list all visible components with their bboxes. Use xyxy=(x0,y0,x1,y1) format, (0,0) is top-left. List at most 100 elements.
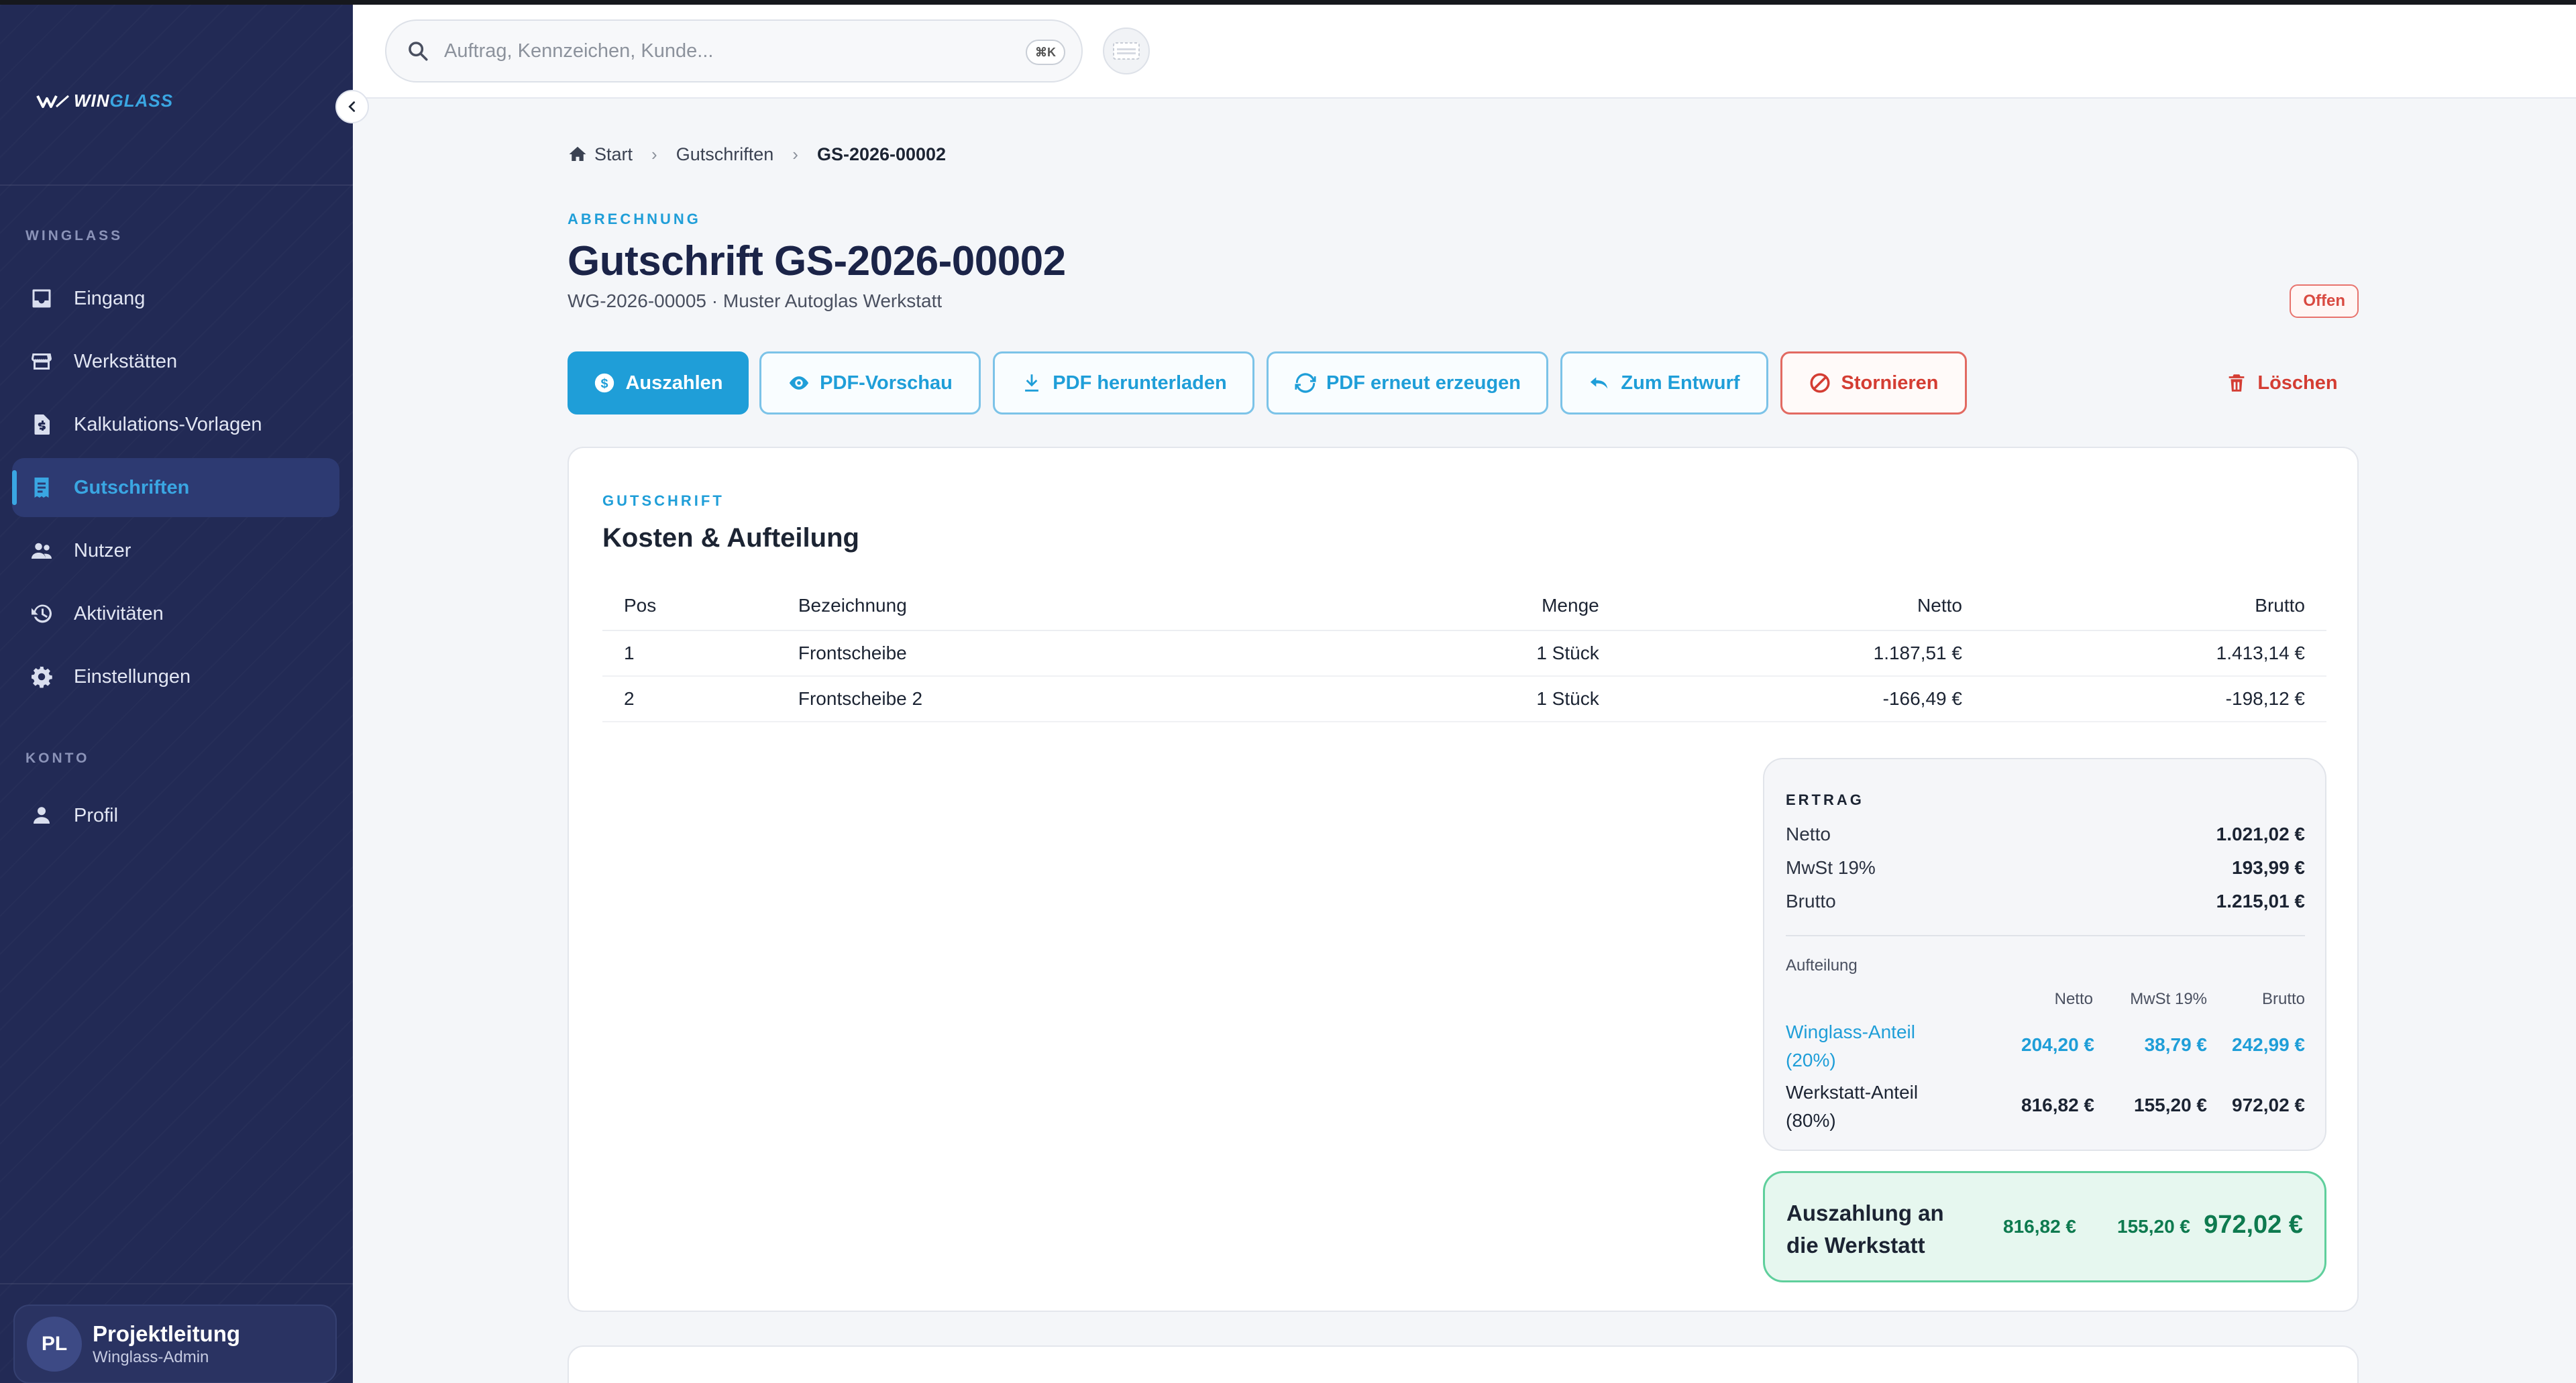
svg-text:$: $ xyxy=(601,376,608,391)
table-row: 1 Frontscheibe 1 Stück 1.187,51 € 1.413,… xyxy=(602,630,2326,677)
logo-mark-icon xyxy=(36,95,69,108)
delete-button[interactable]: Löschen xyxy=(2204,351,2359,414)
divider xyxy=(0,1283,353,1284)
sidebar-item-label: Gutschriften xyxy=(74,476,190,498)
divider xyxy=(1786,935,2305,936)
account-menu-button[interactable] xyxy=(1103,27,1150,74)
sidebar-item-nutzer[interactable]: Nutzer xyxy=(12,521,339,580)
sidebar-item-label: Kalkulations-Vorlagen xyxy=(74,413,262,435)
page-subtitle: WG-2026-00005 · Muster Autoglas Werkstat… xyxy=(568,290,943,311)
sidebar-item-label: Werkstätten xyxy=(74,350,178,372)
cell-gross: 1.413,14 € xyxy=(1962,630,2326,677)
column-header-bezeichnung: Bezeichnung xyxy=(798,581,1248,631)
sidebar-item-eingang[interactable]: Eingang xyxy=(12,269,339,328)
download-icon xyxy=(1025,374,1039,392)
chevron-left-icon xyxy=(348,101,356,112)
revenue-summary: ERTRAG Netto 1.021,02 € MwSt 19% 193,99 € … xyxy=(1763,758,2326,1151)
brand-logo[interactable]: WINGLASS xyxy=(36,91,173,111)
action-bar: $ Auszahlen PDF-Vorschau PDF herunterlad… xyxy=(568,351,2359,414)
flag-icon xyxy=(1113,42,1140,60)
search-box[interactable]: ⌘K xyxy=(385,19,1083,82)
search-icon xyxy=(409,42,428,61)
summary-row-brutto: Brutto 1.215,01 € xyxy=(1786,891,2305,911)
cell-name: Frontscheibe xyxy=(798,630,1248,677)
sidebar-section-konto: KONTO xyxy=(25,751,90,766)
payout-vat: 155,20 € xyxy=(2117,1216,2190,1237)
credit-card: GUTSCHRIFT Kosten & Aufteilung Pos Bezei… xyxy=(568,447,2359,1312)
column-header-menge: Menge xyxy=(1248,581,1599,631)
split-net: 204,20 € xyxy=(2021,1034,2094,1055)
revert-to-draft-button[interactable]: Zum Entwurf xyxy=(1560,351,1768,414)
pdf-regenerate-button[interactable]: PDF erneut erzeugen xyxy=(1267,351,1548,414)
status-badge: Offen xyxy=(2290,284,2359,318)
refresh-icon xyxy=(1295,373,1316,393)
breadcrumb-section-link[interactable]: Gutschriften xyxy=(676,144,774,165)
sidebar-item-einstellungen[interactable]: Einstellungen xyxy=(12,647,339,706)
person-icon xyxy=(34,807,50,824)
payout-label: Auszahlung an die Werkstatt xyxy=(1786,1201,1944,1258)
table-header-row: Pos Bezeichnung Menge Netto Brutto xyxy=(602,581,2326,631)
main-content: Start › Gutschriften › GS-2026-00002 ABR… xyxy=(568,141,2359,1383)
column-header-pos: Pos xyxy=(602,581,798,631)
sidebar-item-label: Einstellungen xyxy=(74,665,191,687)
breadcrumb-home-link[interactable]: Start xyxy=(594,144,633,165)
split-row-werkstatt: Werkstatt-Anteil (80%) 816,82 € 155,20 €… xyxy=(1786,1078,2305,1139)
chevron-right-icon: › xyxy=(651,144,657,164)
payout-summary: Auszahlung an die Werkstatt 816,82 € 155… xyxy=(1763,1171,2326,1282)
avatar: PL xyxy=(27,1317,82,1372)
sidebar-item-gutschriften[interactable]: Gutschriften xyxy=(12,458,339,517)
cell-qty: 1 Stück xyxy=(1248,676,1599,722)
split-net: 816,82 € xyxy=(2021,1095,2094,1115)
sidebar-item-label: Aktivitäten xyxy=(74,602,164,624)
dollar-circle-icon: $ xyxy=(595,373,614,393)
split-label: Aufteilung xyxy=(1786,956,1858,975)
gear-icon xyxy=(32,666,52,688)
pay-button[interactable]: $ Auszahlen xyxy=(568,351,749,414)
user-name: Projektleitung xyxy=(93,1321,241,1346)
sidebar: WINGLASS WINGLASS Eingang Werkstätten Ka… xyxy=(0,5,369,1383)
split-gross: 972,02 € xyxy=(2232,1095,2305,1115)
summary-row-netto: Netto 1.021,02 € xyxy=(1786,824,2305,844)
sidebar-item-kalkulations-vorlagen[interactable]: Kalkulations-Vorlagen xyxy=(12,395,339,454)
split-vat: 38,79 € xyxy=(2144,1034,2207,1055)
cancel-credit-button[interactable]: Stornieren xyxy=(1780,351,1967,414)
cell-gross: -198,12 € xyxy=(1962,676,2326,722)
breadcrumb: Start › Gutschriften › GS-2026-00002 xyxy=(568,141,2359,168)
column-header-brutto: Brutto xyxy=(1962,581,2326,631)
cell-pos: 2 xyxy=(602,676,798,722)
cell-name: Frontscheibe 2 xyxy=(798,676,1248,722)
line-items-table: Pos Bezeichnung Menge Netto Brutto 1 Fro… xyxy=(602,581,2326,722)
summary-row-mwst: MwSt 19% 193,99 € xyxy=(1786,857,2305,878)
trash-icon xyxy=(2229,374,2245,392)
chevron-right-icon: › xyxy=(792,144,798,164)
home-icon xyxy=(569,146,586,161)
store-icon xyxy=(32,353,52,370)
users-icon xyxy=(32,543,52,559)
cell-qty: 1 Stück xyxy=(1248,630,1599,677)
history-icon xyxy=(32,604,52,623)
cell-net: -166,49 € xyxy=(1599,676,1962,722)
shortcut-badge: ⌘K xyxy=(1026,40,1065,65)
topbar: ⌘K xyxy=(353,5,2576,99)
user-card[interactable]: PL Projektleitung Winglass-Admin xyxy=(13,1305,337,1383)
payout-net: 816,82 € xyxy=(2003,1216,2076,1237)
search-input[interactable] xyxy=(444,40,1014,62)
calc-document-icon xyxy=(34,414,50,435)
pdf-download-button[interactable]: PDF herunterladen xyxy=(993,351,1254,414)
page-eyebrow: ABRECHNUNG xyxy=(568,211,701,227)
pdf-preview-button[interactable]: PDF-Vorschau xyxy=(759,351,981,414)
sidebar-item-aktivitaeten[interactable]: Aktivitäten xyxy=(12,584,339,643)
revenue-summary-label: ERTRAG xyxy=(1786,791,1864,808)
sidebar-item-werkstaetten[interactable]: Werkstätten xyxy=(12,332,339,391)
card-title: Kosten & Aufteilung xyxy=(602,523,859,553)
user-role: Winglass-Admin xyxy=(93,1348,209,1366)
sidebar-item-label: Profil xyxy=(74,804,119,826)
sidebar-collapse-button[interactable] xyxy=(335,90,369,123)
inbox-icon xyxy=(32,289,51,308)
logo-area: WINGLASS xyxy=(0,5,353,186)
sidebar-item-profil[interactable]: Profil xyxy=(12,786,339,845)
split-gross: 242,99 € xyxy=(2232,1034,2305,1055)
split-row-winglass: Winglass-Anteil (20%) 204,20 € 38,79 € 2… xyxy=(1786,1018,2305,1078)
block-icon xyxy=(1810,373,1831,393)
split-column-mwst: MwSt 19% xyxy=(2130,990,2207,1008)
